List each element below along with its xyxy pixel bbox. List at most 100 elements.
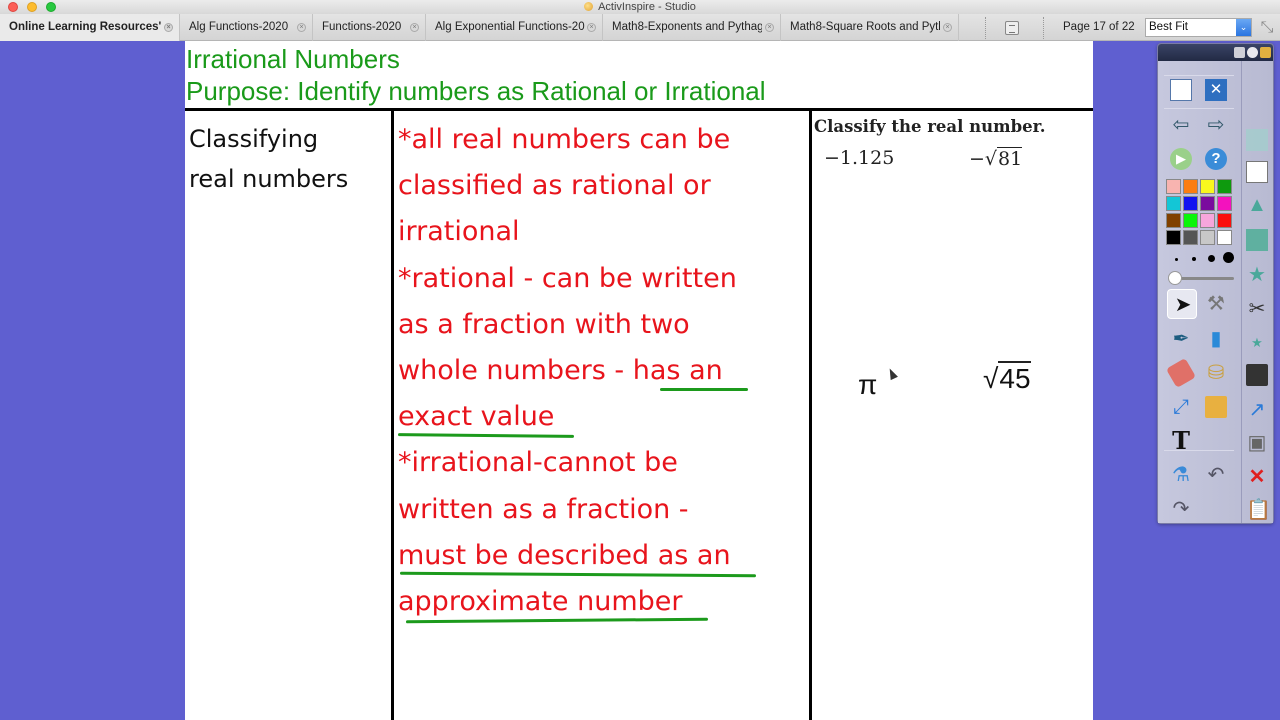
clear-button[interactable]: ⚗ [1166, 460, 1196, 490]
pen-width-large[interactable] [1208, 255, 1215, 262]
color-swatch[interactable] [1183, 213, 1198, 228]
favorites-button[interactable]: ★ [1242, 328, 1272, 358]
paste-button[interactable]: 📋 [1242, 495, 1272, 525]
table-column-divider [809, 108, 812, 720]
next-page-button[interactable]: ⇨ [1201, 110, 1231, 140]
close-tab-icon[interactable]: × [587, 23, 596, 32]
color-swatch[interactable] [1166, 196, 1181, 211]
overlap-button[interactable] [1242, 225, 1272, 255]
exercise-item-pi[interactable]: π [858, 369, 877, 401]
clipboard-icon: 📋 [1246, 499, 1271, 521]
highlighter-tool-button[interactable]: ▮ [1201, 324, 1231, 354]
flipchart-page[interactable]: Irrational Numbers Purpose: Identify num… [185, 41, 1093, 720]
color-swatch[interactable] [1183, 196, 1198, 211]
pen-width-small[interactable] [1175, 258, 1178, 261]
tab-label: Functions-2020 [322, 21, 402, 33]
exercise-item-neg-sqrt[interactable]: −√81 [969, 147, 1023, 170]
fullscreen-icon[interactable]: ⤡ [1258, 19, 1276, 37]
note-line: approximate number [398, 579, 808, 625]
zoom-select[interactable]: Best Fit ⌄ [1145, 18, 1252, 37]
color-swatch[interactable] [1200, 179, 1215, 194]
color-swatch[interactable] [1217, 213, 1232, 228]
toolbox-separator [1164, 108, 1234, 109]
tab-alg-functions-2020[interactable]: Alg Functions-2020 × [180, 14, 313, 41]
pen-width-xlarge[interactable] [1223, 252, 1234, 263]
settings-icon: ✕ [1205, 79, 1227, 101]
play-button[interactable]: ▶ [1166, 144, 1196, 174]
toolbox-header[interactable] [1158, 44, 1273, 61]
color-swatch[interactable] [1183, 230, 1198, 245]
save-button[interactable] [1242, 360, 1272, 390]
delete-button[interactable]: ✕ [1242, 462, 1272, 492]
color-swatch[interactable] [1166, 179, 1181, 194]
color-swatch[interactable] [1217, 179, 1232, 194]
reveal-button[interactable]: ↗ [1242, 395, 1272, 425]
toolbox-profile-icon[interactable] [1260, 47, 1271, 58]
pen-width-slider-thumb[interactable] [1168, 271, 1182, 285]
main-menu-button[interactable] [1166, 75, 1196, 105]
close-tab-icon[interactable]: × [410, 23, 419, 32]
duplicate-button[interactable] [1242, 157, 1272, 187]
note-line: irrational [398, 216, 520, 248]
shape-tool-button[interactable]: ▲ [1242, 190, 1272, 220]
cut-button[interactable]: ✂ [1242, 294, 1272, 324]
fill-tool-button[interactable]: ⛁ [1201, 358, 1231, 388]
resource-library-button[interactable] [1201, 392, 1231, 422]
color-swatch[interactable] [1217, 196, 1232, 211]
settings-button[interactable]: ✕ [1201, 75, 1231, 105]
chevron-down-icon[interactable]: ⌄ [1236, 19, 1251, 36]
select-tool-button[interactable]: ➤ [1167, 289, 1197, 319]
exercise-heading: Classify the real number. [814, 117, 1046, 136]
main-toolbox[interactable]: ✕ ⇦ ⇨ ▶ ? ➤ ⚒ ✒ ▮ ⛁ ⤢ T ⚗ ↶ ↷ ▲ ★ ✂ ★ ↗ … [1157, 43, 1274, 524]
camera-button[interactable]: ▣ [1242, 428, 1272, 458]
exercise-item-decimal[interactable]: −1.125 [824, 147, 894, 169]
tab-alg-exponential-functions[interactable]: Alg Exponential Functions-20: × [426, 14, 603, 41]
toolbox-collapse-icon[interactable] [1247, 47, 1258, 58]
close-tab-icon[interactable]: × [164, 23, 173, 32]
menu-icon [1170, 79, 1192, 101]
pen-tool-button[interactable]: ✒ [1166, 324, 1196, 354]
redo-button[interactable]: ↷ [1166, 494, 1196, 524]
eraser-tool-button[interactable] [1165, 357, 1197, 389]
flipchart-tab-bar: Online Learning Resources' × Alg Functio… [0, 14, 1280, 41]
exercise-item-sqrt[interactable]: √45 [983, 361, 1031, 395]
close-tab-icon[interactable]: × [297, 23, 306, 32]
spray-bottle-icon: ⚗ [1172, 464, 1190, 486]
tab-online-learning-resources[interactable]: Online Learning Resources' × [0, 14, 180, 41]
tab-label: Math8-Exponents and Pythag [612, 21, 762, 33]
tab-functions-2020[interactable]: Functions-2020 × [313, 14, 426, 41]
color-swatch[interactable] [1200, 196, 1215, 211]
color-swatch[interactable] [1200, 213, 1215, 228]
color-swatch[interactable] [1200, 230, 1215, 245]
color-swatch[interactable] [1166, 230, 1181, 245]
note-line: *irrational-cannot be [398, 447, 678, 479]
text-tool-button[interactable]: T [1166, 426, 1196, 456]
delete-x-icon: ✕ [1248, 466, 1266, 488]
pen-width-medium[interactable] [1192, 257, 1196, 261]
page-title: Irrational Numbers [186, 44, 400, 74]
previous-page-button[interactable]: ⇦ [1166, 110, 1196, 140]
arrow-left-icon: ⇦ [1172, 114, 1190, 136]
multi-tools-button[interactable]: ⚒ [1201, 289, 1231, 319]
resource-library-icon [1205, 396, 1227, 418]
tab-math8-exponents[interactable]: Math8-Exponents and Pythag × [603, 14, 781, 41]
arrow-right-icon: ⇨ [1207, 114, 1225, 136]
close-tab-icon[interactable]: × [765, 23, 774, 32]
connector-tool-button[interactable]: ⤢ [1166, 392, 1196, 422]
topic-line: Classifying [189, 125, 319, 153]
tab-math8-square-roots[interactable]: Math8-Square Roots and Pytl × [781, 14, 959, 41]
shape-group-button[interactable] [1242, 125, 1272, 155]
close-tab-icon[interactable]: × [943, 23, 952, 32]
color-swatch[interactable] [1183, 179, 1198, 194]
radical-sign: √ [983, 363, 999, 394]
toolbox-pin-icon[interactable] [1234, 47, 1245, 58]
help-button[interactable]: ? [1201, 144, 1231, 174]
pen-width-slider-track[interactable] [1174, 277, 1234, 280]
undo-button[interactable]: ↶ [1201, 460, 1231, 490]
color-swatch[interactable] [1166, 213, 1181, 228]
note-line: *rational - can be written [398, 262, 737, 294]
note-line: classified as rational or [398, 170, 711, 202]
shapes-star-button[interactable]: ★ [1242, 260, 1272, 290]
color-swatch[interactable] [1217, 230, 1232, 245]
page-browser-icon[interactable] [1005, 21, 1019, 35]
